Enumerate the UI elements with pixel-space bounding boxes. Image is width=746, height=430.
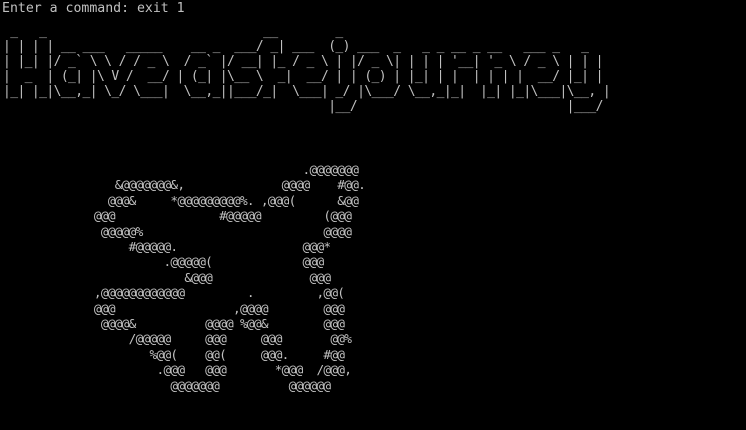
- ascii-banner-line: | _ | (_| |\ V / __/ | (_| |\__ \ _| __/…: [3, 69, 654, 84]
- ascii-art-line: @@@ ,@@@@ @@@: [80, 301, 345, 317]
- ascii-banner-line: _ _ __ _: [3, 24, 647, 39]
- ascii-art-line: @@@& *@@@@@@@@@%. ,@@@( &@@: [80, 193, 359, 209]
- ascii-art-line: @@@ #@@@@@ (@@@: [80, 209, 352, 225]
- console-window[interactable]: Enter a command: exit 1 _ _ __ _ | | | |…: [0, 0, 746, 430]
- ascii-art-line: .@@@@@( @@@: [80, 255, 324, 271]
- ascii-art-line: @@@@@@@ @@@@@@: [80, 378, 331, 394]
- ascii-art-airplane: .@@@@@@@ &@@@@@@@&, @@@@ #@@. @@@& *@@@@…: [80, 163, 366, 394]
- ascii-banner: _ _ __ _ | | | | __ ___ _____ __ _ ___/ …: [3, 24, 661, 114]
- ascii-art-line: &@@@ @@@: [80, 270, 331, 286]
- ascii-banner-line: |__/ |___/: [3, 99, 661, 114]
- ascii-art-line: %@@( @@( @@@. #@@: [80, 347, 346, 363]
- ascii-art-line: &@@@@@@@&, @@@@ #@@.: [80, 178, 366, 194]
- ascii-art-line: @@@@& @@@@ %@@& @@@: [80, 317, 345, 333]
- ascii-art-line: /@@@@@ @@@ @@@ @@%: [80, 332, 352, 348]
- ascii-banner-line: |_| |_|\__,_| \_/ \___| \__,_||___/_| \_…: [3, 84, 661, 99]
- command-prompt-label: Enter a command:: [2, 1, 137, 16]
- ascii-art-line: #@@@@@. @@@*: [80, 240, 331, 256]
- ascii-art-line: ,@@@@@@@@@@@@ . ,@@(: [80, 286, 345, 302]
- ascii-art-line: .@@@ @@@ *@@@ /@@@,: [80, 363, 352, 379]
- ascii-banner-line: | | | | __ ___ _____ __ _ ___/ _| ___ (_…: [3, 39, 647, 54]
- ascii-art-line: .@@@@@@@: [80, 163, 359, 178]
- ascii-art-line: @@@@@% @@@@: [80, 224, 352, 240]
- command-prompt-line: Enter a command: exit 1: [2, 1, 185, 17]
- command-input-text[interactable]: exit 1: [137, 1, 185, 16]
- ascii-banner-line: | |_| |/ _` \ \ / / _ \ / _` |/ __| |_ /…: [3, 54, 654, 69]
